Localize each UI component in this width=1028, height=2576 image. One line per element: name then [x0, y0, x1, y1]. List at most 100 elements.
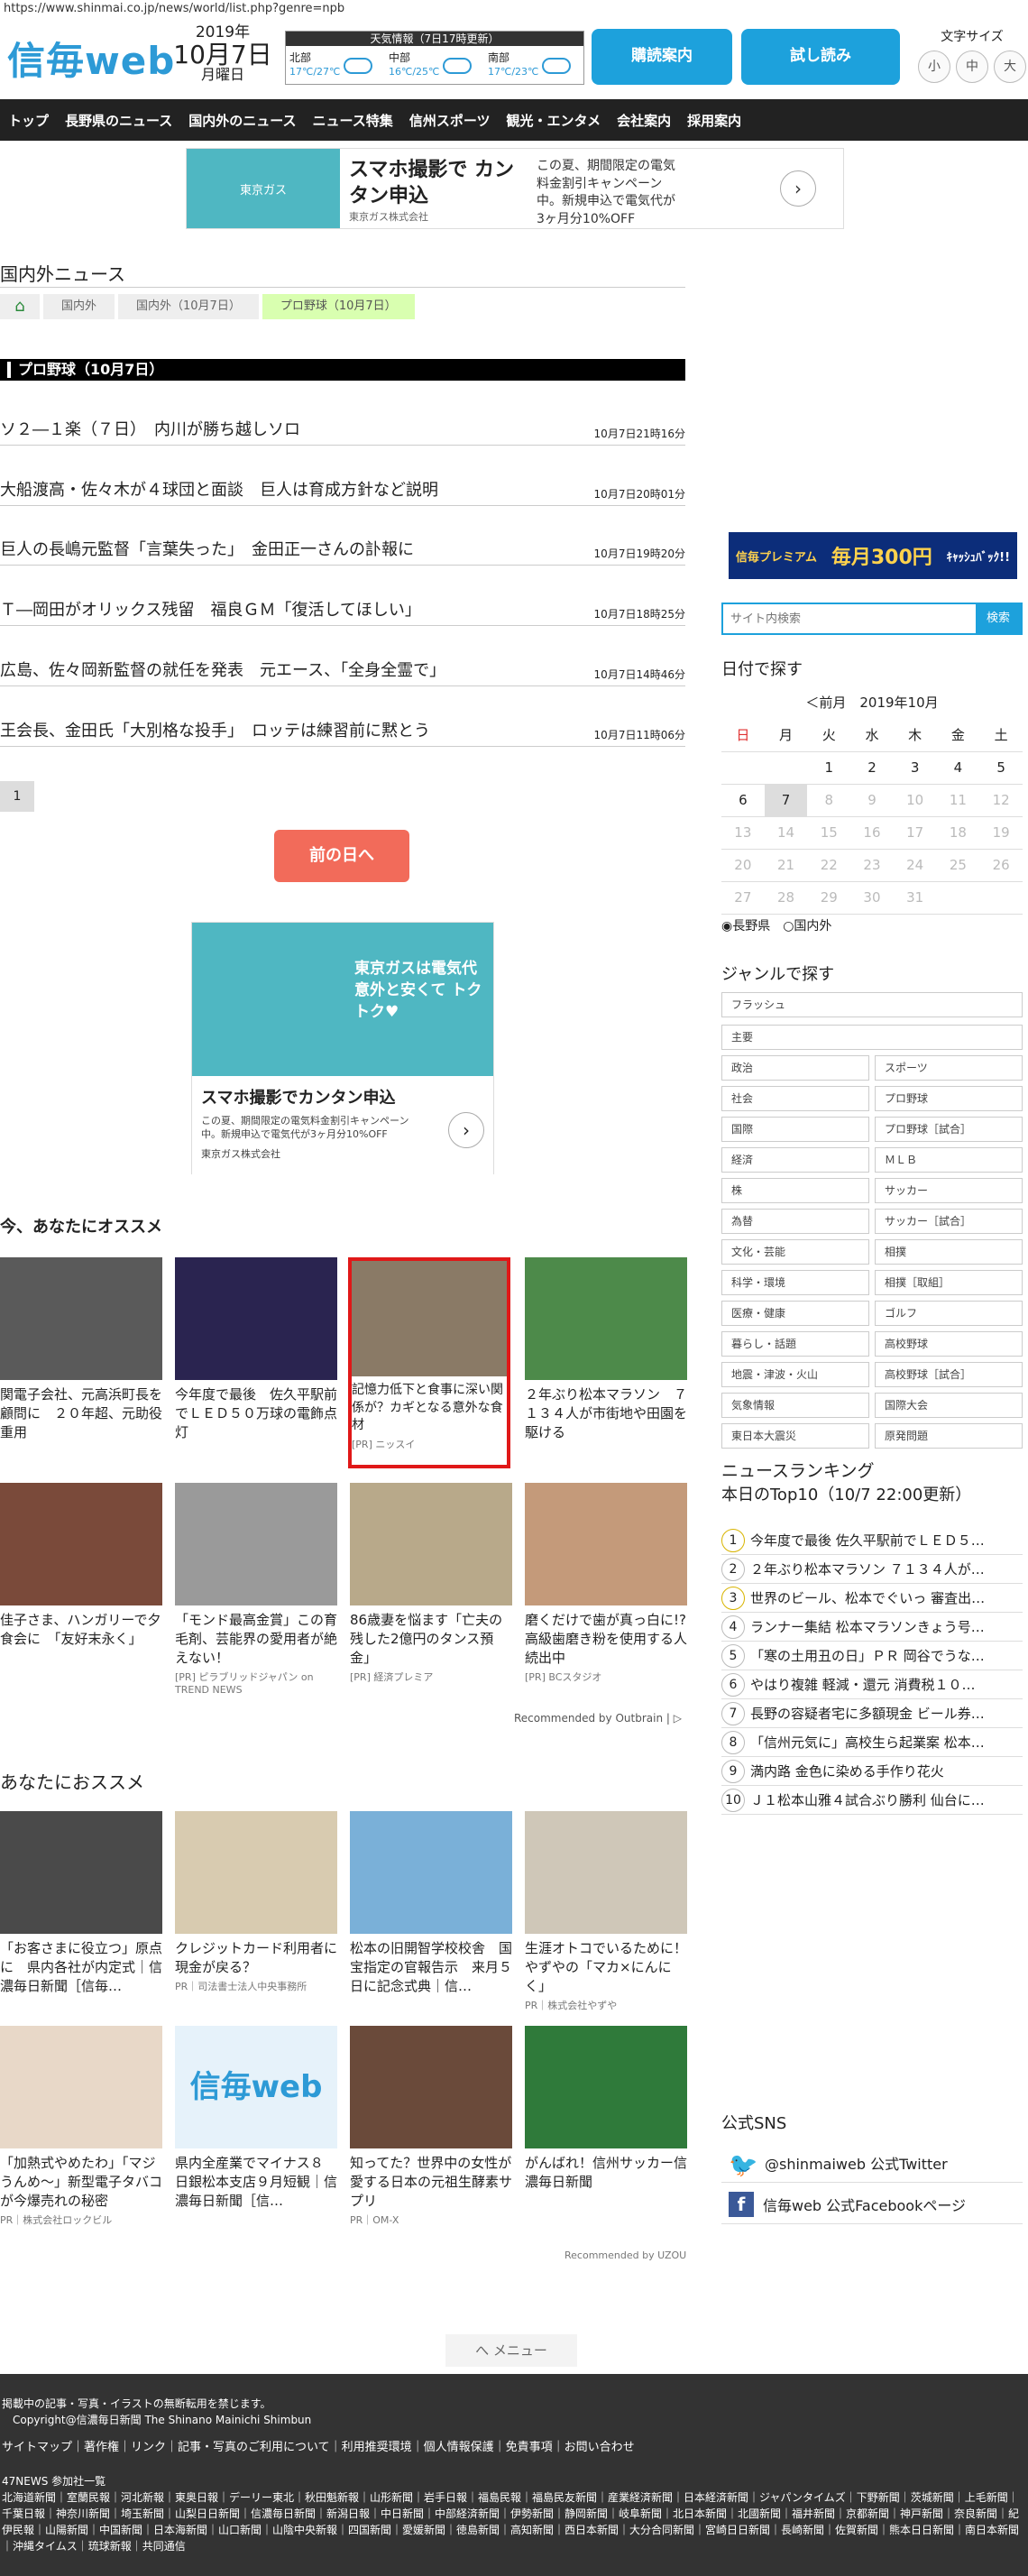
- news-item[interactable]: 大船渡高・佐々木が４球団と面談 巨人は育成方針など説明 10月7日20時01分: [0, 477, 685, 506]
- genre-button[interactable]: 気象情報: [721, 1393, 869, 1418]
- news-title[interactable]: 巨人の長嶋元監督「言葉失った」 金田正一さんの訃報に: [0, 537, 414, 560]
- news-title[interactable]: 広島、佐々岡新監督の就任を発表 元エース、「全身全霊で」: [0, 658, 445, 681]
- facebook-link[interactable]: f 信毎web 公式Facebookページ: [721, 2185, 1023, 2224]
- genre-button[interactable]: 相撲［取組］: [875, 1270, 1023, 1295]
- news-item[interactable]: 王会長、金田氏「大別格な投手」 ロッテは練習前に黙とう 10月7日11時06分: [0, 718, 685, 747]
- site-logo[interactable]: 信毎web: [7, 31, 175, 86]
- trial-button[interactable]: 試し読み: [741, 29, 900, 85]
- recommend-card[interactable]: 「お客さまに役立つ」原点に 県内各社が内定式｜信濃毎日新聞［信毎…: [0, 1811, 162, 1996]
- genre-button[interactable]: 地震・津波・火山: [721, 1362, 869, 1387]
- genre-button[interactable]: 為替: [721, 1209, 869, 1234]
- ranking-item[interactable]: 7 長野の容疑者宅に多額現金 ビール券…: [721, 1699, 1023, 1728]
- top-banner-ad[interactable]: 東京ガス スマホ撮影で カンタン申込 東京ガス株式会社 この夏、期間限定の電気料金…: [186, 148, 844, 229]
- card-caption[interactable]: 「お客さまに役立つ」原点に 県内各社が内定式｜信濃毎日新聞［信毎…: [0, 1939, 162, 1996]
- recommend-card[interactable]: ２年ぶり松本マラソン ７１３４人が市街地や田園を駆ける: [525, 1257, 687, 1442]
- uzou-credit[interactable]: Recommended by UZOU: [564, 2249, 686, 2261]
- genre-button[interactable]: 医療・健康: [721, 1301, 869, 1326]
- menu-button[interactable]: へ メニュー: [445, 2334, 577, 2367]
- arrow-right-icon[interactable]: ›: [780, 170, 816, 207]
- card-caption[interactable]: 磨くだけで歯が真っ白に!?高級歯磨き粉を使用する人続出中: [525, 1611, 687, 1668]
- calendar-day[interactable]: 4: [936, 751, 980, 785]
- card-caption[interactable]: 「モンド最高金賞」この育毛剤、芸能界の愛用者が絶えない！: [175, 1611, 337, 1668]
- weather-widget[interactable]: 天気情報（7日17時更新） 北部 17℃/27℃ 中部 16℃/25℃ 南部 17℃/…: [285, 31, 584, 85]
- ranking-item[interactable]: 9 満内路 金色に染める手作り花火: [721, 1757, 1023, 1786]
- news-title[interactable]: 王会長、金田氏「大別格な投手」 ロッテは練習前に黙とう: [0, 718, 430, 741]
- recommend-card[interactable]: 86歳妻を悩ます「亡夫の残した2億円のタンス預金」 [PR] 経済プレミア: [350, 1483, 512, 1684]
- nav-recruit[interactable]: 採用案内: [687, 111, 741, 130]
- card-caption[interactable]: 県内全産業でマイナス８ 日銀松本支店９月短観｜信濃毎日新聞［信…: [175, 2154, 337, 2211]
- font-medium-button[interactable]: 中: [956, 51, 988, 83]
- card-caption[interactable]: 生涯オトコでいるために！やずやの「マカ×にんにく」: [525, 1939, 687, 1996]
- ranking-item[interactable]: 10 Ｊ１松本山雅４試合ぶり勝利 仙台に…: [721, 1786, 1023, 1815]
- nav-tourism[interactable]: 観光・エンタメ: [507, 111, 601, 130]
- search-input[interactable]: [723, 604, 976, 633]
- rectangle-ad[interactable]: 東京ガスは電気代 意外と安くて トクトク♥ スマホ撮影でカンタン申込 この夏、期…: [191, 922, 494, 1175]
- nav-world[interactable]: 国内外のニュース: [188, 111, 296, 130]
- card-caption[interactable]: がんばれ！信州サッカー信濃毎日新聞: [525, 2154, 687, 2192]
- ranking-text[interactable]: ランナー集結 松本マラソンきょう号…: [750, 1617, 985, 1636]
- nav-company[interactable]: 会社案内: [617, 111, 671, 130]
- ranking-text[interactable]: 満内路 金色に染める手作り花火: [750, 1762, 944, 1780]
- ranking-text[interactable]: やはり複雑 軽減・還元 消費税１０…: [750, 1675, 976, 1694]
- genre-button[interactable]: 文化・芸能: [721, 1239, 869, 1265]
- prev-day-button[interactable]: 前の日へ: [274, 830, 409, 882]
- calendar-day[interactable]: 6: [721, 784, 765, 817]
- recommend-card[interactable]: クレジットカード利用者に現金が戻る？ PR｜司法書士法人中央事務所: [175, 1811, 337, 1993]
- ranking-text[interactable]: ２年ぶり松本マラソン ７１３４人が…: [750, 1559, 985, 1578]
- facebook-label[interactable]: 信毎web 公式Facebookページ: [763, 2194, 966, 2215]
- card-caption[interactable]: ２年ぶり松本マラソン ７１３４人が市街地や田園を駆ける: [525, 1385, 687, 1442]
- ranking-text[interactable]: Ｊ１松本山雅４試合ぶり勝利 仙台に…: [750, 1790, 985, 1809]
- genre-button[interactable]: ＭＬＢ: [875, 1147, 1023, 1173]
- ranking-text[interactable]: 「信州元気に」高校生ら起業案 松本…: [750, 1733, 985, 1752]
- ranking-text[interactable]: 世界のビール、松本でぐいっ 審査出…: [750, 1588, 985, 1607]
- ranking-item[interactable]: 1 今年度で最後 佐久平駅前でＬＥＤ５…: [721, 1526, 1023, 1555]
- genre-button[interactable]: スポーツ: [875, 1055, 1023, 1081]
- recommend-card[interactable]: 信毎web 県内全産業でマイナス８ 日銀松本支店９月短観｜信濃毎日新聞［信…: [175, 2026, 337, 2211]
- ranking-item[interactable]: 3 世界のビール、松本でぐいっ 審査出…: [721, 1584, 1023, 1613]
- genre-button[interactable]: 高校野球［試合］: [875, 1362, 1023, 1387]
- news-item[interactable]: 巨人の長嶋元監督「言葉失った」 金田正一さんの訃報に 10月7日19時20分: [0, 537, 685, 566]
- nav-nagano[interactable]: 長野県のニュース: [65, 111, 172, 130]
- news-item[interactable]: 広島、佐々岡新監督の就任を発表 元エース、「全身全霊で」 10月7日14時46分: [0, 658, 685, 686]
- ranking-text[interactable]: 今年度で最後 佐久平駅前でＬＥＤ５…: [750, 1531, 985, 1550]
- genre-button[interactable]: 社会: [721, 1086, 869, 1111]
- arrow-right-icon[interactable]: ›: [448, 1112, 484, 1148]
- calendar-day-today[interactable]: 7: [764, 784, 808, 817]
- genre-button[interactable]: 相撲: [875, 1239, 1023, 1265]
- region-radio[interactable]: ◉長野県 ○国内外: [721, 916, 831, 934]
- ranking-item[interactable]: 6 やはり複雑 軽減・還元 消費税１０…: [721, 1670, 1023, 1699]
- genre-button[interactable]: 株: [721, 1178, 869, 1203]
- ranking-text[interactable]: 長野の容疑者宅に多額現金 ビール券…: [750, 1704, 985, 1723]
- genre-button[interactable]: 国際大会: [875, 1393, 1023, 1418]
- ranking-item[interactable]: 8 「信州元気に」高校生ら起業案 松本…: [721, 1728, 1023, 1757]
- ranking-item[interactable]: 2 ２年ぶり松本マラソン ７１３４人が…: [721, 1555, 1023, 1584]
- outbrain-credit[interactable]: Recommended by Outbrain | ▷: [514, 1712, 682, 1725]
- genre-button[interactable]: 原発問題: [875, 1423, 1023, 1449]
- genre-main[interactable]: 主要: [721, 1025, 1023, 1050]
- network-papers[interactable]: 北海道新聞｜室蘭民報｜河北新報｜東奥日報｜デーリー東北｜秋田魁新報｜山形新聞｜岩…: [2, 2489, 1028, 2554]
- card-caption[interactable]: 86歳妻を悩ます「亡夫の残した2億円のタンス預金」: [350, 1611, 512, 1668]
- recommend-card[interactable]: 「モンド最高金賞」この育毛剤、芸能界の愛用者が絶えない！ [PR] ピラブリッドジ…: [175, 1483, 337, 1696]
- genre-button[interactable]: 科学・環境: [721, 1270, 869, 1295]
- genre-button[interactable]: 政治: [721, 1055, 869, 1081]
- recommend-card[interactable]: 生涯オトコでいるために！やずやの「マカ×にんにく」 PR｜株式会社やずや: [525, 1811, 687, 2012]
- card-caption[interactable]: 佳子さま、ハンガリーで夕食会に 「友好末永く」: [0, 1611, 162, 1649]
- page-1-button[interactable]: 1: [0, 781, 34, 812]
- calendar-day[interactable]: 1: [807, 751, 851, 785]
- recommend-card[interactable]: 知ってた？世界中の女性が愛する日本の元祖生酵素サプリ PR｜OM-X: [350, 2026, 512, 2227]
- breadcrumb-item[interactable]: 国内外: [43, 294, 115, 319]
- calendar-day[interactable]: 5: [979, 751, 1023, 785]
- genre-button[interactable]: ゴルフ: [875, 1301, 1023, 1326]
- news-item[interactable]: Ｔ―岡田がオリックス残留 福良ＧＭ「復活してほしい」 10月7日18時25分: [0, 597, 685, 626]
- news-title[interactable]: Ｔ―岡田がオリックス残留 福良ＧＭ「復活してほしい」: [0, 597, 421, 621]
- twitter-link[interactable]: 🐦 @shinmaiweb 公式Twitter: [721, 2143, 1023, 2183]
- recommend-card[interactable]: 松本の旧開智学校校舎 国宝指定の官報告示 来月５日に記念式典｜信…: [350, 1811, 512, 1996]
- news-item[interactable]: ソ２―１楽（７日） 内川が勝ち越しソロ 10月7日21時16分: [0, 417, 685, 446]
- genre-button[interactable]: プロ野球: [875, 1086, 1023, 1111]
- font-large-button[interactable]: 大: [994, 51, 1026, 83]
- ranking-item[interactable]: 4 ランナー集結 松本マラソンきょう号…: [721, 1613, 1023, 1642]
- calendar-day[interactable]: 2: [850, 751, 894, 785]
- card-caption[interactable]: 松本の旧開智学校校舎 国宝指定の官報告示 来月５日に記念式典｜信…: [350, 1939, 512, 1996]
- news-title[interactable]: 大船渡高・佐々木が４球団と面談 巨人は育成方針など説明: [0, 477, 438, 501]
- genre-button[interactable]: 経済: [721, 1147, 869, 1173]
